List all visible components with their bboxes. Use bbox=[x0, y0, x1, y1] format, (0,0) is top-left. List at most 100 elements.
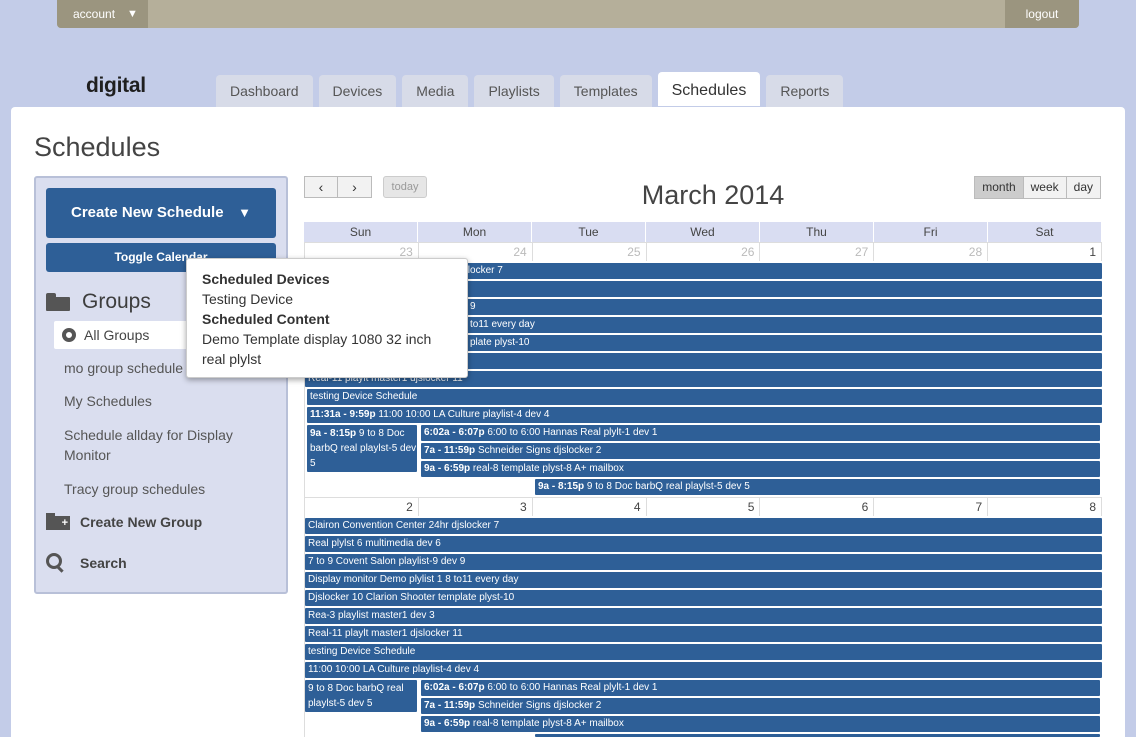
dow-sun: Sun bbox=[304, 222, 418, 242]
tab-reports[interactable]: Reports bbox=[766, 75, 844, 107]
calendar-event[interactable]: Display monitor Demo plylist 1 8 to11 ev… bbox=[305, 572, 1102, 588]
view-week-button[interactable]: week bbox=[1023, 176, 1067, 199]
sidebar-item-schedule-allday[interactable]: Schedule allday for Display Monitor bbox=[64, 425, 249, 465]
event-title: real-8 template plyst-8 A+ mailbox bbox=[472, 463, 624, 474]
calendar-event[interactable]: 7 to 9 Covent Salon playlist-9 dev 9 bbox=[305, 554, 1102, 570]
event-title: Schneider Signs djslocker 2 bbox=[477, 445, 602, 456]
folder-icon bbox=[46, 293, 70, 311]
scheduled-device: Testing Device bbox=[202, 291, 294, 307]
day-number[interactable]: 8 bbox=[988, 497, 1103, 516]
calendar-week-2: 2 3 4 5 6 7 8 Clairon Convention Center … bbox=[304, 497, 1103, 737]
event-time: 9a - 8:15p bbox=[538, 481, 585, 492]
day-number[interactable]: 25 bbox=[532, 242, 647, 261]
groups-header: Groups bbox=[46, 288, 151, 316]
logo: digital bbox=[86, 74, 146, 97]
dow-thu: Thu bbox=[760, 222, 874, 242]
event-title: 6:00 to 6:00 Hannas Real plylt-1 dev 1 bbox=[487, 682, 658, 693]
day-number[interactable]: 27 bbox=[760, 242, 875, 261]
event-title: Schneider Signs djslocker 2 bbox=[477, 700, 602, 711]
calendar-event[interactable]: 9a - 8:15p 9 to 8 Doc barbQ real playlst… bbox=[307, 425, 417, 472]
logout-button[interactable]: logout bbox=[1005, 0, 1079, 28]
calendar-event[interactable]: 7a - 11:59p Schneider Signs djslocker 2 bbox=[421, 698, 1100, 714]
calendar-event[interactable]: 9a - 6:59p real-8 template plyst-8 A+ ma… bbox=[421, 461, 1100, 477]
folder-plus-icon bbox=[46, 513, 70, 530]
gear-icon bbox=[62, 328, 76, 342]
calendar-event[interactable]: 6:02a - 6:07p 6:00 to 6:00 Hannas Real p… bbox=[421, 680, 1100, 696]
dow-tue: Tue bbox=[532, 222, 646, 242]
event-title: real-8 template plyst-8 A+ mailbox bbox=[472, 718, 624, 729]
calendar-event[interactable]: Rea-3 playlist master1 dev 3 bbox=[305, 608, 1102, 624]
sidebar-item-my-schedules[interactable]: My Schedules bbox=[64, 391, 264, 411]
calendar-title: March 2014 bbox=[641, 180, 785, 210]
tab-schedules[interactable]: Schedules bbox=[657, 72, 761, 106]
calendar-event[interactable]: testing Device Schedule bbox=[307, 389, 1102, 405]
event-time: 11:31a - 9:59p bbox=[310, 409, 376, 420]
devices-heading: Scheduled Devices bbox=[202, 271, 330, 287]
calendar-event[interactable]: testing Device Schedule bbox=[305, 644, 1102, 660]
week-day-numbers: 2 3 4 5 6 7 8 bbox=[305, 497, 1103, 516]
sidebar-item-tracy-group[interactable]: Tracy group schedules bbox=[64, 479, 264, 499]
page-title: Schedules bbox=[34, 132, 161, 162]
day-number[interactable]: 1 bbox=[988, 242, 1103, 261]
view-month-button[interactable]: month bbox=[974, 176, 1024, 199]
create-group-button[interactable]: Create New Group bbox=[46, 513, 202, 530]
day-number[interactable]: 6 bbox=[760, 497, 875, 516]
dow-fri: Fri bbox=[874, 222, 988, 242]
calendar-event[interactable]: 6:02a - 6:07p 6:00 to 6:00 Hannas Real p… bbox=[421, 425, 1100, 441]
event-title: 9 to 8 Doc barbQ real playlst-5 dev 5 bbox=[586, 481, 750, 492]
view-switcher: month week day bbox=[974, 176, 1101, 199]
caret-down-icon: ▼ bbox=[127, 8, 138, 20]
calendar-event[interactable]: Real-11 playlt master1 djslocker 11 bbox=[305, 626, 1102, 642]
event-time: 7a - 11:59p bbox=[424, 445, 476, 456]
day-number[interactable]: 7 bbox=[874, 497, 989, 516]
calendar-event[interactable]: 9a - 8:15p 9 to 8 Doc barbQ real playlst… bbox=[535, 479, 1100, 495]
calendar-event[interactable]: Djslocker 10 Clarion Shooter template pl… bbox=[305, 590, 1102, 606]
create-group-label: Create New Group bbox=[80, 513, 203, 530]
schedule-tooltip: Scheduled Devices Testing Device Schedul… bbox=[186, 258, 468, 378]
content-heading: Scheduled Content bbox=[202, 311, 330, 327]
day-number[interactable]: 28 bbox=[874, 242, 989, 261]
day-number[interactable]: 5 bbox=[646, 497, 761, 516]
dow-sat: Sat bbox=[988, 222, 1102, 242]
event-time: 7a - 11:59p bbox=[424, 700, 476, 711]
calendar-event[interactable]: Clairon Convention Center 24hr djslocker… bbox=[305, 518, 1102, 534]
search-button[interactable]: Search bbox=[46, 553, 127, 573]
tab-devices[interactable]: Devices bbox=[318, 75, 397, 107]
calendar-event[interactable]: 11:00 10:00 LA Culture playlist-4 dev 4 bbox=[305, 662, 1102, 678]
main-tabs: Dashboard Devices Media Playlists Templa… bbox=[216, 72, 849, 107]
calendar-event[interactable]: 7a - 11:59p Schneider Signs djslocker 2 bbox=[421, 443, 1100, 459]
event-title: 6:00 to 6:00 Hannas Real plylt-1 dev 1 bbox=[487, 427, 658, 438]
event-time: 6:02a - 6:07p bbox=[424, 427, 485, 438]
event-title: 11:00 10:00 LA Culture playlist-4 dev 4 bbox=[378, 409, 550, 420]
event-time: 6:02a - 6:07p bbox=[424, 682, 485, 693]
day-number[interactable]: 26 bbox=[646, 242, 761, 261]
all-groups-label: All Groups bbox=[84, 327, 150, 343]
event-time: 9a - 6:59p bbox=[424, 718, 471, 729]
tab-media[interactable]: Media bbox=[402, 75, 469, 107]
groups-title: Groups bbox=[82, 290, 151, 313]
calendar-event[interactable]: 9a - 6:59p real-8 template plyst-8 A+ ma… bbox=[421, 716, 1100, 732]
sidebar: Create New Schedule ▼ Toggle Calendar Gr… bbox=[34, 176, 288, 594]
tab-dashboard[interactable]: Dashboard bbox=[216, 75, 313, 107]
day-number[interactable]: 2 bbox=[305, 497, 419, 516]
event-time: 9a - 6:59p bbox=[424, 463, 471, 474]
days-of-week: Sun Mon Tue Wed Thu Fri Sat bbox=[304, 222, 1102, 242]
account-label: account bbox=[73, 7, 116, 21]
calendar-event[interactable]: 11:31a - 9:59p 11:00 10:00 LA Culture pl… bbox=[307, 407, 1102, 423]
dow-wed: Wed bbox=[646, 222, 760, 242]
day-number[interactable]: 4 bbox=[532, 497, 647, 516]
calendar-event[interactable]: Real plylst 6 multimedia dev 6 bbox=[305, 536, 1102, 552]
calendar-event[interactable]: 9 to 8 Doc barbQ real playlst-5 dev 5 bbox=[305, 680, 417, 712]
search-label: Search bbox=[80, 555, 127, 571]
top-bar: account ▼ logout bbox=[57, 0, 1079, 28]
event-time: 9a - 8:15p bbox=[310, 428, 357, 439]
account-menu[interactable]: account ▼ bbox=[57, 0, 148, 28]
search-icon bbox=[46, 553, 66, 573]
tab-playlists[interactable]: Playlists bbox=[474, 75, 554, 107]
main-panel: Schedules Create New Schedule ▼ Toggle C… bbox=[11, 107, 1125, 737]
day-number[interactable]: 3 bbox=[418, 497, 533, 516]
tab-templates[interactable]: Templates bbox=[559, 75, 652, 107]
dow-mon: Mon bbox=[418, 222, 532, 242]
scheduled-content: Demo Template display 1080 32 inch real … bbox=[202, 331, 432, 367]
view-day-button[interactable]: day bbox=[1066, 176, 1101, 199]
